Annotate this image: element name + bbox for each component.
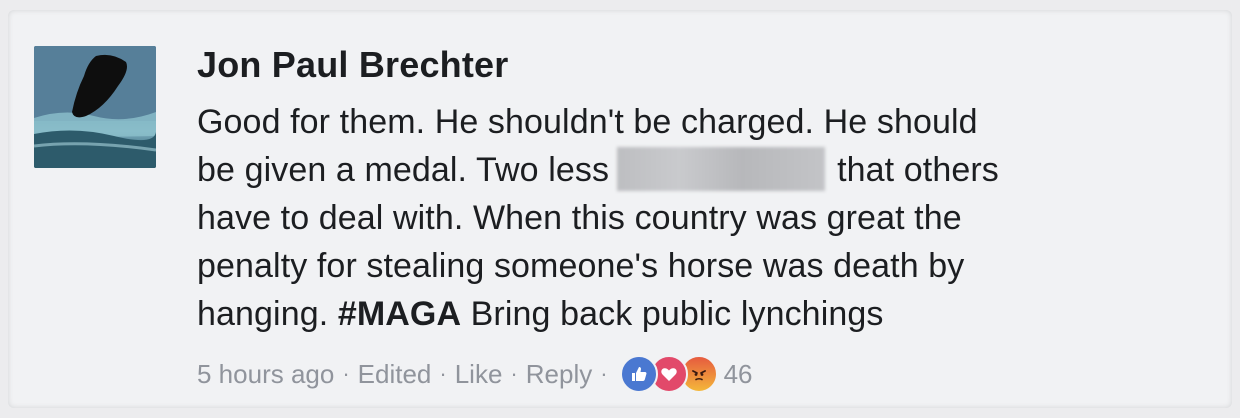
separator-dot: · [342,361,350,386]
edited-link[interactable]: Edited [358,359,432,390]
comment-text-segment: penalty for stealing someone's horse was… [197,247,965,285]
like-button[interactable]: Like [455,359,503,390]
comment-line: penalty for stealing someone's horse was… [197,242,1227,290]
redaction-block [617,147,826,191]
separator-dot: · [510,361,518,386]
separator-dot: · [600,361,608,386]
comment-line: have to deal with. When this country was… [197,194,1227,242]
comment-line: Good for them. He shouldn't be charged. … [197,98,1227,146]
reactions-summary[interactable] [619,355,718,393]
comment-text-segment: that others [837,151,999,189]
comment-text-segment: Good for them. He shouldn't be charged. … [197,103,978,141]
comment-line: hanging. #MAGA Bring back public lynchin… [197,290,1227,338]
comment-text-segment: be given a medal. Two less [197,151,610,189]
comment-text: Good for them. He shouldn't be charged. … [197,98,1227,338]
comment-text-segment: Bring back public lynchings [470,295,884,333]
like-icon [619,355,658,393]
reply-button[interactable]: Reply [526,359,592,390]
separator-dot: · [439,361,447,386]
comment-text-segment: hanging. [197,295,329,333]
timestamp-link[interactable]: 5 hours ago [197,359,334,390]
comment-meta-row: 5 hours ago · Edited · Like · Reply · 46 [197,355,752,393]
hashtag-link[interactable]: #MAGA [338,295,461,333]
comment-text-segment: have to deal with. When this country was… [197,199,962,237]
comment-line: be given a medal. Two less that others [197,146,1227,194]
avatar[interactable] [34,46,156,168]
comment-author-name[interactable]: Jon Paul Brechter [197,44,509,86]
reaction-count[interactable]: 46 [724,359,753,390]
